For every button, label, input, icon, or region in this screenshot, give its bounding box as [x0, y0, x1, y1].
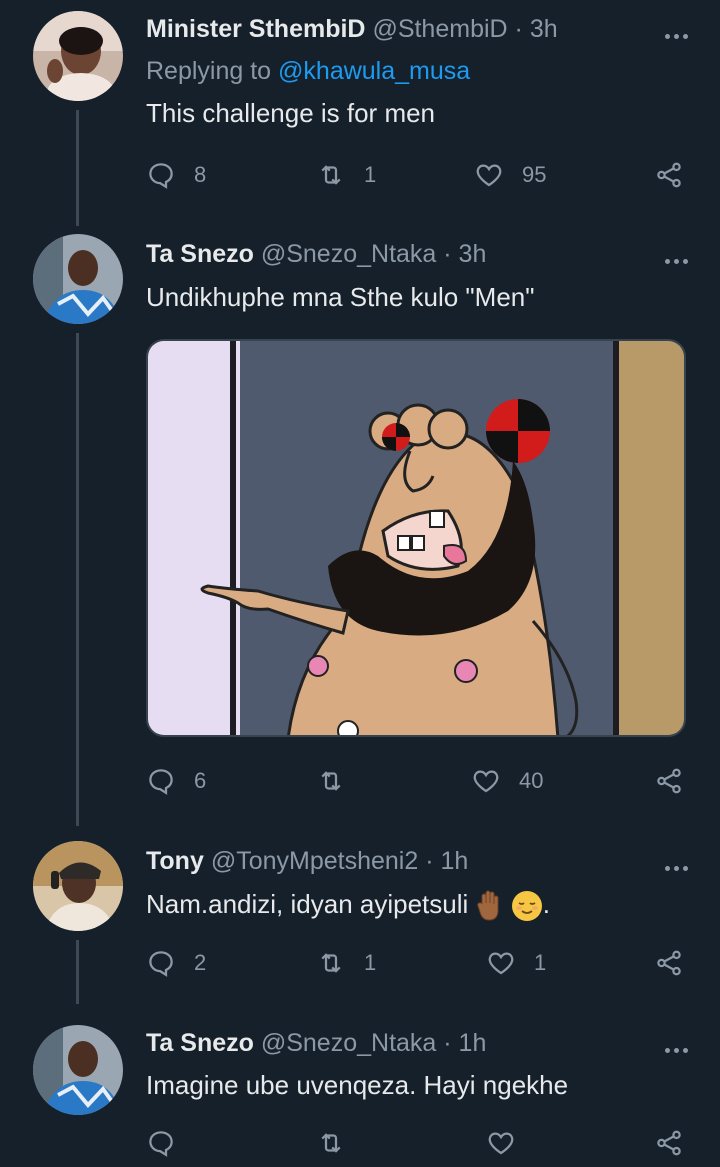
- tweet-text: Imagine ube uvenqeza. Hayi ngekhe: [146, 1070, 569, 1100]
- tweet-media-image[interactable]: [146, 339, 686, 737]
- user-handle[interactable]: @Snezo_Ntaka: [261, 240, 436, 268]
- display-name[interactable]: Ta Snezo: [146, 1029, 254, 1057]
- more-options-icon[interactable]: [663, 245, 690, 265]
- replying-to: Replying to @khawula_musa: [146, 57, 470, 86]
- thread-line: [76, 110, 79, 226]
- tweet-text-suffix: .: [542, 889, 550, 919]
- display-name[interactable]: Ta Snezo: [146, 240, 254, 268]
- reply-icon: [149, 1131, 173, 1157]
- retweet-count: 1: [364, 162, 377, 187]
- share-button[interactable]: [654, 155, 684, 195]
- heart-icon: [488, 952, 514, 975]
- share-icon: [657, 162, 681, 188]
- tweet-actions: 8 1 95: [146, 155, 696, 195]
- tweet-1[interactable]: Minister SthembiD @SthembiD · 3h Replyin…: [0, 0, 720, 226]
- tweet-text: This challenge is for men: [146, 98, 436, 128]
- like-count: 40: [519, 768, 544, 793]
- relieved-face-emoji: [511, 891, 542, 922]
- user-handle[interactable]: @Snezo_Ntaka: [261, 1029, 436, 1057]
- timestamp[interactable]: 3h: [530, 15, 558, 43]
- retweet-button[interactable]: 1: [316, 155, 376, 195]
- thread-line: [76, 940, 79, 1004]
- separator: ·: [507, 15, 530, 43]
- more-options-icon[interactable]: [663, 1034, 690, 1054]
- tweet-text: Nam.andizi, idyan ayipetsuli .: [146, 887, 550, 922]
- avatar[interactable]: [33, 841, 123, 931]
- like-button[interactable]: 40: [471, 761, 543, 801]
- reply-icon: [149, 769, 173, 795]
- tweet-header: Ta Snezo @Snezo_Ntaka · 1h: [146, 1027, 486, 1059]
- timestamp[interactable]: 3h: [459, 240, 487, 268]
- retweet-icon: [321, 165, 341, 185]
- tweet-text: Undikhuphe mna Sthe kulo "Men": [146, 282, 535, 312]
- retweet-icon: [321, 953, 341, 973]
- reply-icon: [149, 951, 173, 977]
- retweet-icon: [321, 771, 341, 791]
- like-button[interactable]: [486, 1123, 534, 1163]
- reply-count: 6: [194, 768, 207, 793]
- display-name[interactable]: Tony: [146, 847, 204, 875]
- display-name[interactable]: Minister SthembiD: [146, 15, 365, 43]
- tweet-actions: 6 40: [146, 761, 696, 801]
- user-handle[interactable]: @SthembiD: [372, 15, 507, 43]
- timestamp[interactable]: 1h: [440, 847, 468, 875]
- tweet-header: Ta Snezo @Snezo_Ntaka · 3h: [146, 238, 486, 270]
- tweet-header: Minister SthembiD @SthembiD · 3h: [146, 13, 558, 45]
- tweet-2[interactable]: Ta Snezo @Snezo_Ntaka · 3h Undikhuphe mn…: [0, 226, 720, 826]
- like-button[interactable]: 95: [474, 155, 546, 195]
- reply-count: 2: [194, 950, 207, 975]
- retweet-count: 1: [364, 950, 377, 975]
- heart-icon: [473, 770, 499, 793]
- tweet-actions: 2 1 1: [146, 943, 696, 983]
- retweet-button[interactable]: [316, 1123, 364, 1163]
- thread-line: [76, 333, 79, 826]
- cartoon-image: [148, 341, 684, 735]
- tweet-actions: [146, 1123, 696, 1163]
- reply-count: 8: [194, 162, 207, 187]
- share-button[interactable]: [654, 1123, 684, 1163]
- avatar[interactable]: [33, 11, 123, 101]
- separator: ·: [418, 847, 441, 875]
- heart-icon: [488, 1132, 514, 1155]
- tweet-3[interactable]: Tony @TonyMpetsheni2 · 1h Nam.andizi, id…: [0, 838, 720, 1018]
- tweet-4[interactable]: Ta Snezo @Snezo_Ntaka · 1h Imagine ube u…: [0, 1020, 720, 1167]
- reply-button[interactable]: 2: [146, 943, 206, 983]
- avatar[interactable]: [33, 234, 123, 324]
- raised-hand-emoji: [476, 890, 499, 921]
- like-count: 95: [522, 162, 547, 187]
- reply-icon: [149, 163, 173, 189]
- timestamp[interactable]: 1h: [459, 1029, 487, 1057]
- tweet-text-body: Nam.andizi, idyan ayipetsuli: [146, 889, 469, 919]
- reply-button[interactable]: 8: [146, 155, 206, 195]
- tweet-header: Tony @TonyMpetsheni2 · 1h: [146, 845, 468, 877]
- more-options-icon[interactable]: [663, 852, 690, 872]
- retweet-button[interactable]: [316, 761, 364, 801]
- replying-label: Replying to: [146, 57, 279, 85]
- reply-button[interactable]: [146, 1123, 194, 1163]
- mention-link[interactable]: @khawula_musa: [278, 57, 470, 85]
- retweet-icon: [321, 1133, 341, 1153]
- share-icon: [657, 768, 681, 794]
- more-options-icon[interactable]: [663, 20, 690, 40]
- avatar[interactable]: [33, 1025, 123, 1115]
- user-handle[interactable]: @TonyMpetsheni2: [211, 847, 418, 875]
- retweet-button[interactable]: 1: [316, 943, 376, 983]
- share-icon: [657, 1130, 681, 1156]
- separator: ·: [436, 1029, 459, 1057]
- heart-icon: [476, 164, 502, 187]
- share-icon: [657, 950, 681, 976]
- separator: ·: [436, 240, 459, 268]
- like-count: 1: [534, 950, 547, 975]
- reply-button[interactable]: 6: [146, 761, 206, 801]
- like-button[interactable]: 1: [486, 943, 546, 983]
- share-button[interactable]: [654, 943, 684, 983]
- share-button[interactable]: [654, 761, 684, 801]
